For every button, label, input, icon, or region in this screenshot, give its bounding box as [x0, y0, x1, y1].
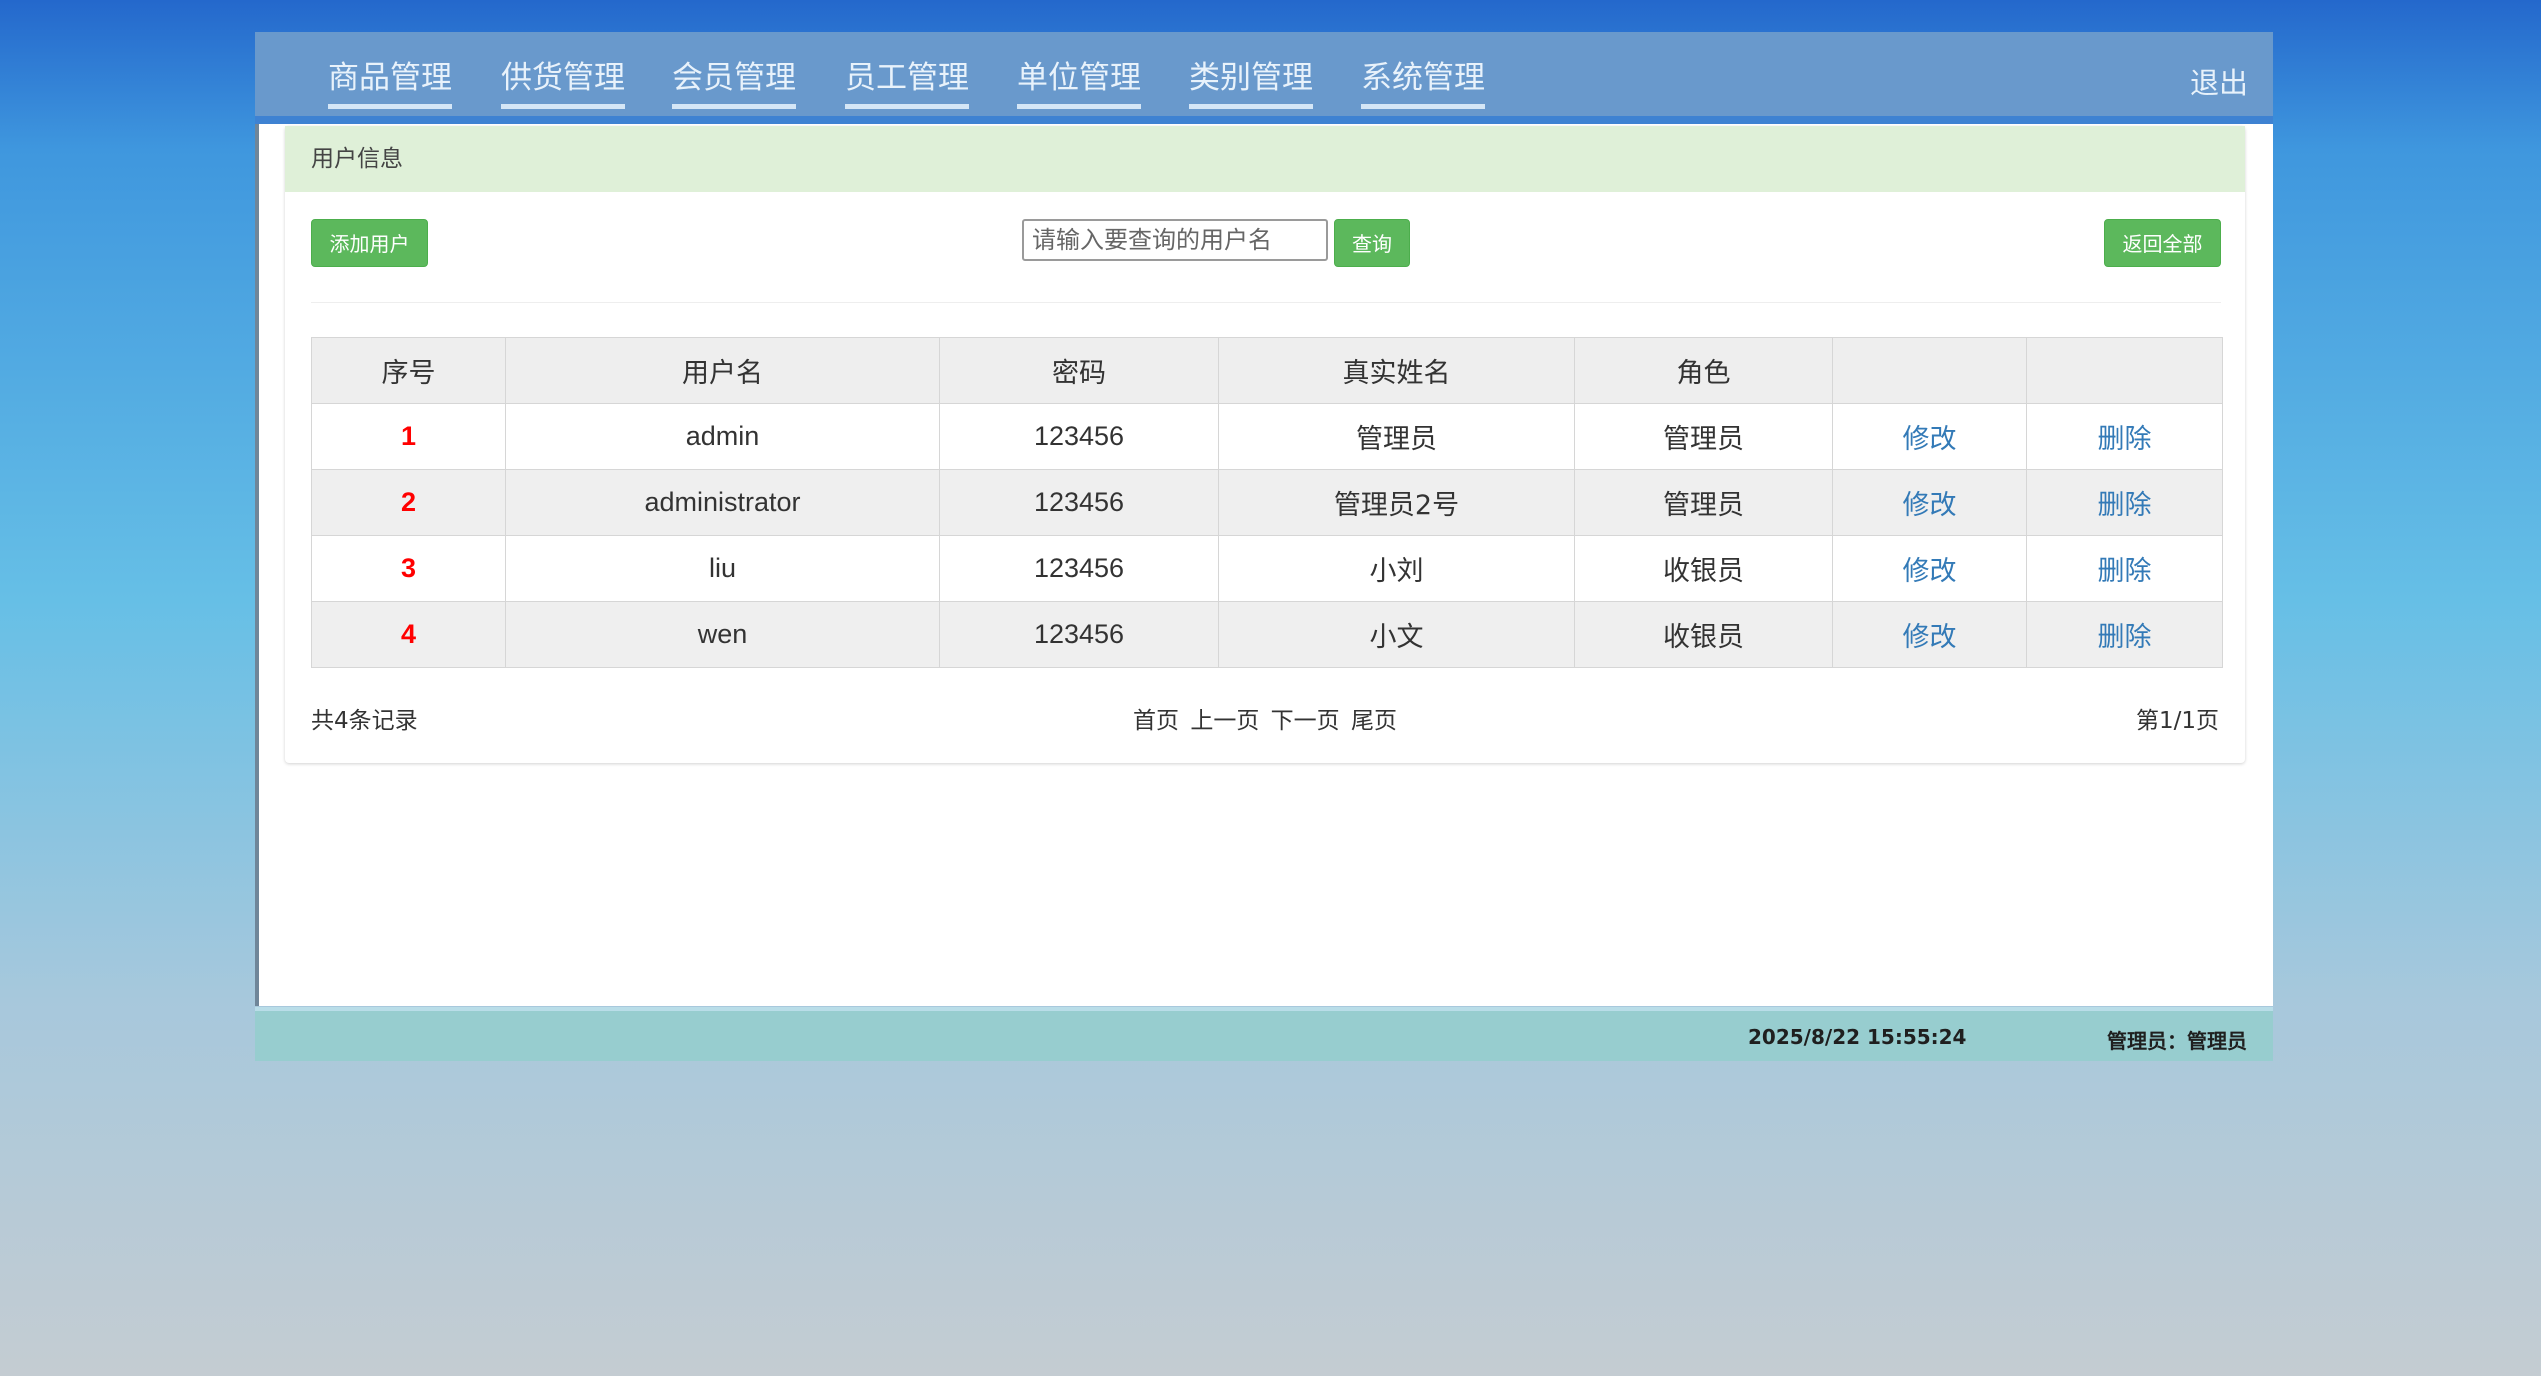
next-page-link[interactable]: 下一页 [1271, 708, 1340, 734]
row-username: administrator [505, 469, 940, 536]
page-info: 第1/1页 [2135, 708, 2219, 734]
row-edit-cell: 修改 [1832, 403, 2027, 470]
search-input[interactable] [1022, 219, 1328, 261]
reset-all-button[interactable]: 返回全部 [2104, 219, 2221, 267]
nav-employees[interactable]: 员工管理 [845, 56, 969, 109]
row-index: 2 [311, 469, 506, 536]
row-realname: 管理员 [1218, 403, 1575, 470]
table-row: 2 administrator 123456 管理员2号 管理员 修改 删除 [311, 469, 2223, 536]
table-header-row: 序号 用户名 密码 真实姓名 角色 [311, 337, 2223, 404]
row-edit-cell: 修改 [1832, 601, 2027, 668]
col-header-password: 密码 [939, 337, 1219, 404]
table-row: 1 admin 123456 管理员 管理员 修改 删除 [311, 403, 2223, 470]
edit-link[interactable]: 修改 [1903, 490, 1957, 521]
nav-system[interactable]: 系统管理 [1361, 56, 1485, 109]
row-index: 4 [311, 601, 506, 668]
row-delete-cell: 删除 [2026, 469, 2223, 536]
row-delete-cell: 删除 [2026, 535, 2223, 602]
col-header-edit [1832, 337, 2027, 404]
status-datetime: 2025/8/22 15:55:24 [1748, 1025, 1967, 1049]
status-bar: 2025/8/22 15:55:24 管理员：管理员 [255, 1007, 2273, 1061]
row-edit-cell: 修改 [1832, 535, 2027, 602]
row-delete-cell: 删除 [2026, 403, 2223, 470]
panel-title: 用户信息 [285, 126, 2245, 192]
row-password: 123456 [939, 403, 1219, 470]
edit-link[interactable]: 修改 [1903, 556, 1957, 587]
app-window: 商品管理 供货管理 会员管理 员工管理 单位管理 类别管理 系统管理 退出 用户… [255, 32, 2273, 1061]
prev-page-link[interactable]: 上一页 [1190, 708, 1259, 734]
col-header-delete [2026, 337, 2223, 404]
row-index: 3 [311, 535, 506, 602]
row-realname: 小文 [1218, 601, 1575, 668]
table-row: 4 wen 123456 小文 收银员 修改 删除 [311, 601, 2223, 668]
top-navbar: 商品管理 供货管理 会员管理 员工管理 单位管理 类别管理 系统管理 退出 [255, 32, 2273, 116]
col-header-role: 角色 [1574, 337, 1833, 404]
delete-link[interactable]: 删除 [2098, 556, 2152, 587]
row-index: 1 [311, 403, 506, 470]
row-username: liu [505, 535, 940, 602]
delete-link[interactable]: 删除 [2098, 622, 2152, 653]
nav-divider [255, 116, 2273, 124]
nav-categories[interactable]: 类别管理 [1189, 56, 1313, 109]
last-page-link[interactable]: 尾页 [1351, 708, 1397, 734]
row-password: 123456 [939, 535, 1219, 602]
row-delete-cell: 删除 [2026, 601, 2223, 668]
row-role: 管理员 [1574, 469, 1833, 536]
user-panel: 用户信息 添加用户 查询 返回全部 序号 [285, 126, 2245, 763]
status-user: 管理员：管理员 [2107, 1029, 2247, 1053]
main-content: 用户信息 添加用户 查询 返回全部 序号 [255, 124, 2273, 1006]
row-role: 收银员 [1574, 601, 1833, 668]
logout-link[interactable]: 退出 [2190, 60, 2248, 102]
delete-link[interactable]: 删除 [2098, 490, 2152, 521]
nav-members[interactable]: 会员管理 [672, 56, 796, 109]
table-row: 3 liu 123456 小刘 收银员 修改 删除 [311, 535, 2223, 602]
search-button[interactable]: 查询 [1334, 219, 1410, 267]
toolbar-divider [311, 302, 2221, 303]
row-edit-cell: 修改 [1832, 469, 2027, 536]
row-role: 管理员 [1574, 403, 1833, 470]
row-role: 收银员 [1574, 535, 1833, 602]
row-realname: 小刘 [1218, 535, 1575, 602]
user-table: 序号 用户名 密码 真实姓名 角色 1 admin 123456 管理员 管理员… [311, 337, 2223, 668]
row-password: 123456 [939, 469, 1219, 536]
col-header-index: 序号 [311, 337, 506, 404]
nav-units[interactable]: 单位管理 [1017, 56, 1141, 109]
row-username: admin [505, 403, 940, 470]
pagination: 首页 上一页 下一页 尾页 [285, 701, 2245, 735]
col-header-username: 用户名 [505, 337, 940, 404]
delete-link[interactable]: 删除 [2098, 424, 2152, 455]
col-header-realname: 真实姓名 [1218, 337, 1575, 404]
add-user-button[interactable]: 添加用户 [311, 219, 428, 267]
first-page-link[interactable]: 首页 [1133, 708, 1179, 734]
edit-link[interactable]: 修改 [1903, 622, 1957, 653]
row-username: wen [505, 601, 940, 668]
row-password: 123456 [939, 601, 1219, 668]
nav-goods[interactable]: 商品管理 [328, 56, 452, 109]
edit-link[interactable]: 修改 [1903, 424, 1957, 455]
row-realname: 管理员2号 [1218, 469, 1575, 536]
nav-supply[interactable]: 供货管理 [501, 56, 625, 109]
